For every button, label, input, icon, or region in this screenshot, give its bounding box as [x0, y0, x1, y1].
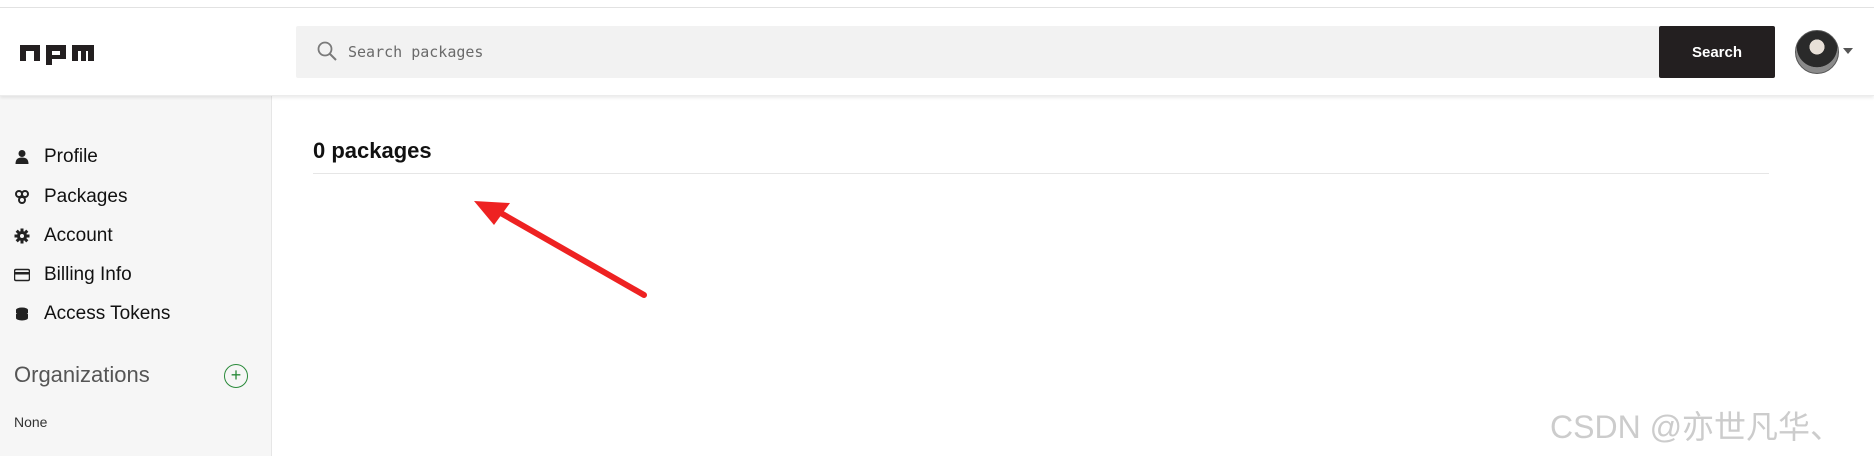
- user-menu[interactable]: [1795, 28, 1857, 74]
- search-bar: [296, 26, 1660, 78]
- sidebar-item-label: Access Tokens: [44, 303, 171, 324]
- sidebar-item-label: Profile: [44, 146, 98, 167]
- sidebar-item-label: Packages: [44, 186, 128, 207]
- page-title: 0 packages: [313, 138, 432, 163]
- sidebar-item-access-tokens[interactable]: Access Tokens: [14, 299, 170, 329]
- annotation-arrow-icon: [474, 201, 647, 298]
- search-input[interactable]: [348, 26, 1648, 78]
- gear-icon: [14, 228, 30, 244]
- packages-icon: [15, 190, 29, 204]
- avatar[interactable]: [1795, 30, 1839, 74]
- tokens-icon: [16, 307, 28, 321]
- sidebar-item-label: Billing Info: [44, 264, 132, 285]
- chevron-down-icon[interactable]: [1843, 48, 1853, 54]
- sidebar-item-profile[interactable]: Profile: [14, 142, 98, 172]
- credit-card-icon: [14, 268, 30, 282]
- search-button[interactable]: Search: [1659, 26, 1775, 78]
- sidebar-item-billing[interactable]: Billing Info: [14, 260, 132, 290]
- organizations-heading: Organizations: [14, 362, 150, 387]
- divider: [313, 173, 1769, 174]
- sidebar: Profile Packages Account Billing Info Ac…: [0, 96, 272, 456]
- sidebar-item-packages[interactable]: Packages: [14, 182, 127, 212]
- search-icon: [317, 41, 337, 61]
- organizations-empty: None: [14, 414, 48, 430]
- sidebar-item-account[interactable]: Account: [14, 221, 113, 251]
- watermark: CSDN @亦世凡华、: [1550, 409, 1843, 445]
- user-icon: [15, 150, 29, 164]
- top-border: [0, 0, 1874, 8]
- plus-circle-icon[interactable]: +: [224, 364, 248, 388]
- npm-logo[interactable]: [20, 41, 94, 65]
- sidebar-item-label: Account: [44, 225, 113, 246]
- top-header: Search: [0, 8, 1874, 96]
